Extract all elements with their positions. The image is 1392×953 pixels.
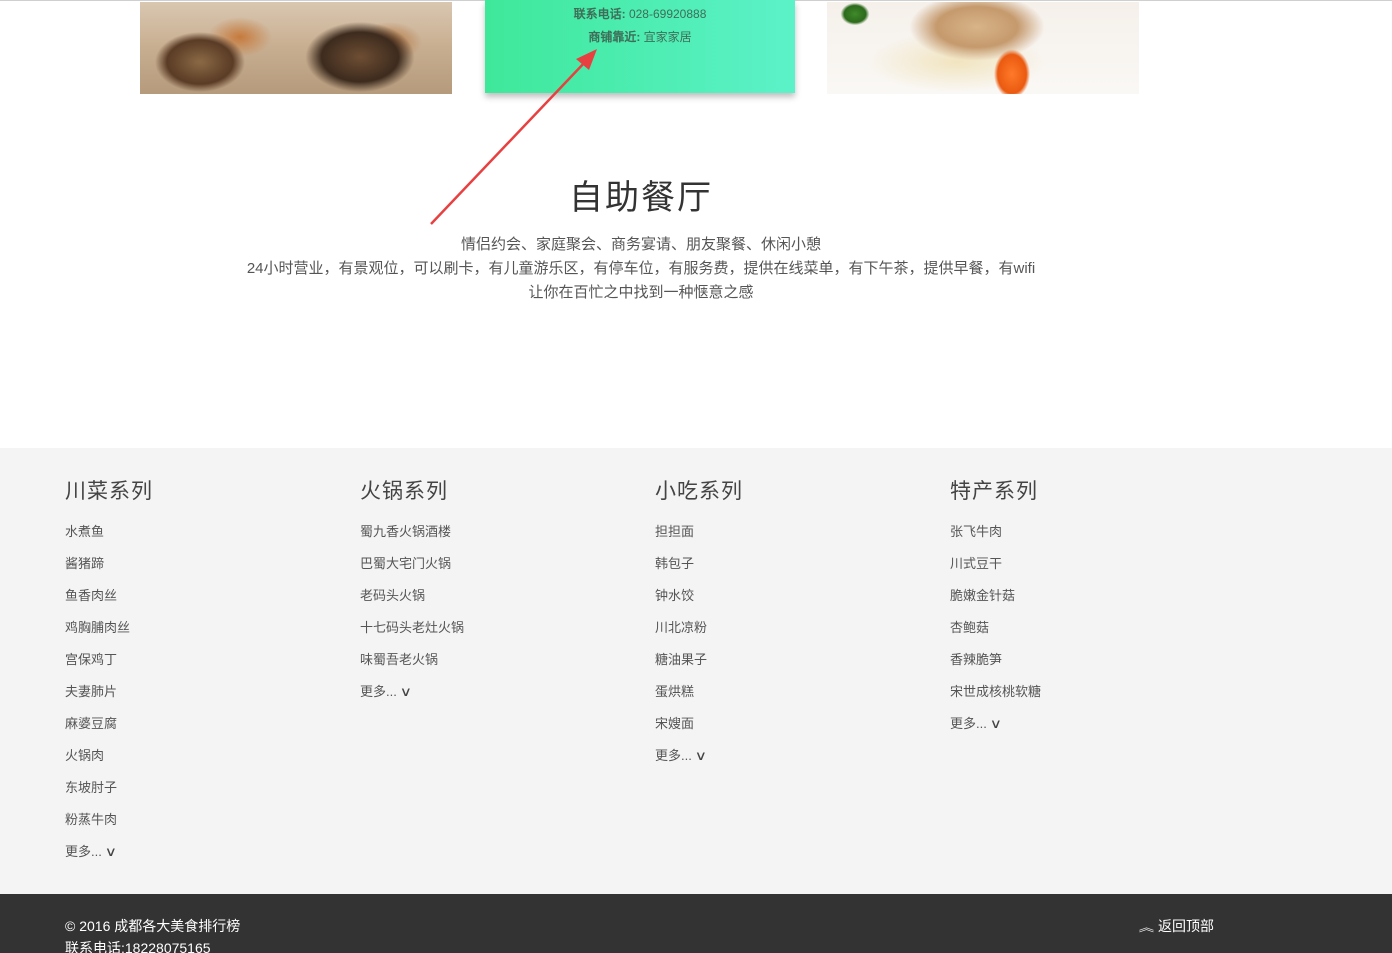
column-hotpot: 火锅系列 蜀九香火锅酒楼 巴蜀大宅门火锅 老码头火锅 十七码头老灶火锅 味蜀吾老火锅 更多.…: [360, 478, 620, 708]
food-link[interactable]: 十七码头老灶火锅: [360, 612, 620, 644]
food-link[interactable]: 夫妻肺片: [65, 676, 325, 708]
phone-row: 联系电话: 028-69920888: [485, 5, 795, 22]
back-to-top-label: 返回顶部: [1158, 918, 1214, 934]
food-link[interactable]: 川式豆干: [950, 548, 1210, 580]
phone-label: 联系电话:: [573, 7, 626, 21]
footer-bar: © 2016 成都各大美食排行榜 联系电话:18228075165 ︽ 返回顶部: [0, 894, 1392, 953]
food-link[interactable]: 东坡肘子: [65, 772, 325, 804]
phone-value: 028-69920888: [628, 7, 707, 21]
food-link[interactable]: 味蜀吾老火锅: [360, 644, 620, 676]
food-link[interactable]: 蛋烘糕: [655, 676, 915, 708]
nearby-value: 宜家家居: [643, 30, 692, 44]
more-link[interactable]: 更多... ∨: [950, 708, 1210, 740]
column-title: 特产系列: [950, 479, 1038, 503]
food-link[interactable]: 酱猪蹄: [65, 548, 325, 580]
section-title: 自助餐厅: [569, 178, 713, 218]
food-link[interactable]: 宋嫂面: [655, 708, 915, 740]
column-snacks: 小吃系列 担担面 韩包子 钟水饺 川北凉粉 糖油果子 蛋烘糕 宋嫂面 更多... ∨: [655, 478, 915, 772]
food-link[interactable]: 糖油果子: [655, 644, 915, 676]
nearby-label: 商铺靠近:: [588, 30, 641, 44]
footer-phone: 联系电话:18228075165: [65, 940, 211, 953]
oyster-photo[interactable]: [140, 2, 452, 94]
chevron-down-icon: ∨: [694, 748, 707, 763]
food-link[interactable]: 韩包子: [655, 548, 915, 580]
back-to-top-link[interactable]: ︽ 返回顶部: [1138, 916, 1214, 936]
more-link[interactable]: 更多... ∨: [65, 836, 325, 868]
food-link[interactable]: 水煮鱼: [65, 516, 325, 548]
food-link[interactable]: 鸡胸脯肉丝: [65, 612, 325, 644]
section-features: 24小时营业，有景观位，可以刷卡，有儿童游乐区，有停车位，有服务费，提供在线菜单…: [246, 260, 1036, 277]
section-slogan: 让你在百忙之中找到一种惬意之感: [528, 284, 754, 301]
more-link[interactable]: 更多... ∨: [360, 676, 620, 708]
link-list: 张飞牛肉 川式豆干 脆嫩金针菇 杏鲍菇 香辣脆笋 宋世成核桃软糖 更多... ∨: [950, 516, 1210, 740]
link-list: 蜀九香火锅酒楼 巴蜀大宅门火锅 老码头火锅 十七码头老灶火锅 味蜀吾老火锅 更多... ∨: [360, 516, 620, 708]
more-label: 更多...: [655, 748, 692, 763]
copyright-text: © 2016 成都各大美食排行榜: [65, 918, 241, 934]
food-link[interactable]: 宫保鸡丁: [65, 644, 325, 676]
food-link[interactable]: 蜀九香火锅酒楼: [360, 516, 620, 548]
food-link[interactable]: 巴蜀大宅门火锅: [360, 548, 620, 580]
food-link[interactable]: 张飞牛肉: [950, 516, 1210, 548]
food-link[interactable]: 担担面: [655, 516, 915, 548]
column-title: 川菜系列: [65, 479, 153, 503]
food-link[interactable]: 粉蒸牛肉: [65, 804, 325, 836]
chevron-up-icon: ︽: [1138, 922, 1155, 934]
section-tags: 情侣约会、家庭聚会、商务宴请、朋友聚餐、休闲小憩: [460, 236, 821, 253]
food-link[interactable]: 杏鲍菇: [950, 612, 1210, 644]
food-link[interactable]: 鱼香肉丝: [65, 580, 325, 612]
category-links: 川菜系列水煮鱼 酱猪蹄 鱼香肉丝 鸡胸脯肉丝 宫保鸡丁 夫妻肺片 麻婆豆腐 火锅肉 东坡肘子 粉蒸…: [0, 448, 1392, 894]
food-link[interactable]: 钟水饺: [655, 580, 915, 612]
chevron-down-icon: ∨: [104, 844, 117, 859]
page: 联系电话: 028-69920888 商铺靠近: 宜家家居 自助餐厅 情侣约会、…: [0, 0, 1392, 953]
column-title: 火锅系列: [360, 479, 448, 503]
link-list: 水煮鱼 酱猪蹄 鱼香肉丝 鸡胸脯肉丝 宫保鸡丁 夫妻肺片 麻婆豆腐 火锅肉 东坡肘子 粉蒸牛肉 更多…: [65, 516, 325, 868]
food-link[interactable]: 川北凉粉: [655, 612, 915, 644]
link-list: 担担面 韩包子 钟水饺 川北凉粉 糖油果子 蛋烘糕 宋嫂面 更多... ∨: [655, 516, 915, 772]
chevron-down-icon: ∨: [399, 684, 412, 699]
restaurant-info-card[interactable]: 联系电话: 028-69920888 商铺靠近: 宜家家居: [485, 0, 795, 93]
column-title: 小吃系列: [655, 479, 743, 503]
column-specialties: 特产系列 张飞牛肉 川式豆干 脆嫩金针菇 杏鲍菇 香辣脆笋 宋世成核桃软糖 更多... ∨: [950, 478, 1210, 740]
chevron-down-icon: ∨: [989, 716, 1002, 731]
food-link[interactable]: 宋世成核桃软糖: [950, 676, 1210, 708]
food-link[interactable]: 老码头火锅: [360, 580, 620, 612]
food-link[interactable]: 脆嫩金针菇: [950, 580, 1210, 612]
nearby-row: 商铺靠近: 宜家家居: [485, 28, 795, 45]
food-link[interactable]: 麻婆豆腐: [65, 708, 325, 740]
more-link[interactable]: 更多... ∨: [655, 740, 915, 772]
column-sichuan-dishes: 川菜系列水煮鱼 酱猪蹄 鱼香肉丝 鸡胸脯肉丝 宫保鸡丁 夫妻肺片 麻婆豆腐 火锅肉 东坡肘子 粉蒸…: [65, 478, 325, 868]
food-link[interactable]: 火锅肉: [65, 740, 325, 772]
food-photo[interactable]: [827, 2, 1139, 94]
more-label: 更多...: [65, 844, 102, 859]
food-link[interactable]: 香辣脆笋: [950, 644, 1210, 676]
more-label: 更多...: [360, 684, 397, 699]
more-label: 更多...: [950, 716, 987, 731]
